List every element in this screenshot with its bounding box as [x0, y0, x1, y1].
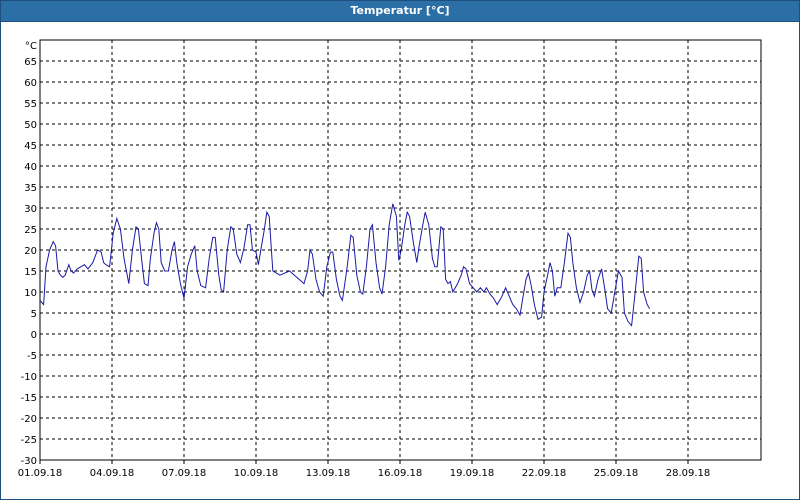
x-tick-label: 25.09.18 — [594, 468, 639, 479]
temperature-chart: 65605550454035302520151050-5-10-15-20-25… — [18, 39, 762, 479]
y-tick-label: 55 — [24, 99, 37, 110]
y-tick-label: -25 — [21, 435, 37, 446]
x-tick-label: 07.09.18 — [162, 468, 207, 479]
y-tick-label: 10 — [24, 288, 37, 299]
y-tick-label: 50 — [24, 120, 37, 131]
x-tick-label: 22.09.18 — [522, 468, 567, 479]
y-tick-label: -30 — [21, 456, 37, 467]
y-tick-label: 25 — [24, 225, 37, 236]
y-tick-label: 45 — [24, 141, 37, 152]
y-tick-label: 0 — [31, 330, 37, 341]
x-tick-label: 04.09.18 — [90, 468, 135, 479]
x-tick-label: 13.09.18 — [306, 468, 351, 479]
x-tick-label: 19.09.18 — [450, 468, 495, 479]
y-tick-label: 60 — [24, 78, 37, 89]
y-tick-label: 35 — [24, 183, 37, 194]
temperature-series-line — [39, 203, 651, 327]
y-tick-label: 65 — [24, 57, 37, 68]
x-tick-label: 28.09.18 — [666, 468, 711, 479]
y-tick-label: -20 — [21, 414, 37, 425]
y-tick-label: -10 — [21, 372, 37, 383]
x-tick-label: 16.09.18 — [378, 468, 423, 479]
y-tick-label: -15 — [21, 393, 37, 404]
x-axis-ticks: 01.09.18 04.09.18 07.09.18 10.09.18 13.09.18… — [18, 460, 711, 479]
y-tick-label: 30 — [24, 204, 37, 215]
x-tick-label: 01.09.18 — [18, 468, 63, 479]
y-tick-label: 15 — [24, 267, 37, 278]
x-tick-label: 10.09.18 — [234, 468, 279, 479]
y-tick-label: 40 — [24, 162, 37, 173]
y-tick-label: 5 — [31, 309, 37, 320]
y-unit-label: °C — [25, 41, 37, 52]
y-axis-ticks: 65605550454035302520151050-5-10-15-20-25… — [21, 57, 37, 467]
y-tick-label: 20 — [24, 246, 37, 257]
y-tick-label: -5 — [27, 351, 37, 362]
grid-lines — [40, 40, 761, 461]
